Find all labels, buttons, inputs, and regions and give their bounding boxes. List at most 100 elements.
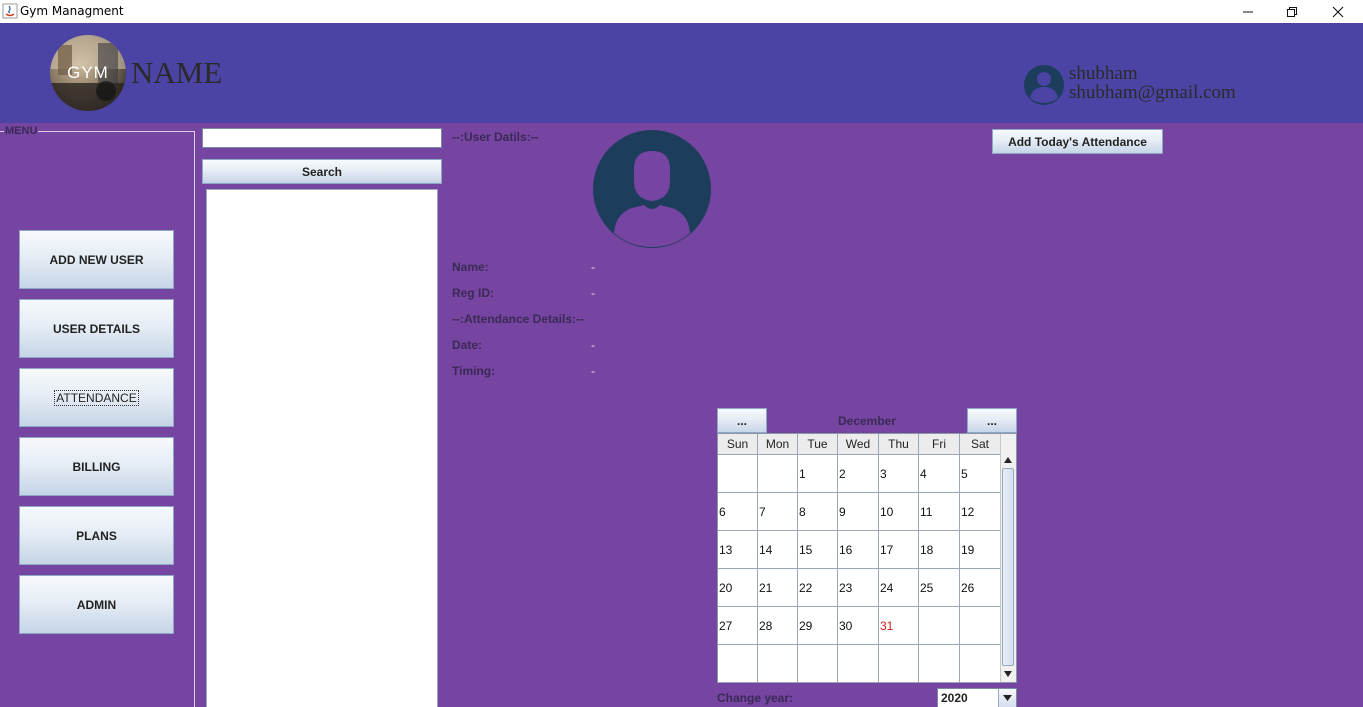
restore-button[interactable] xyxy=(1269,0,1315,23)
admin-label: ADMIN xyxy=(76,597,117,612)
add-attendance-button[interactable]: Add Today's Attendance xyxy=(992,129,1163,154)
calendar-day-cell[interactable]: 19 xyxy=(960,531,1001,569)
calendar-day-cell[interactable]: 8 xyxy=(798,493,838,531)
admin-button[interactable]: ADMIN xyxy=(19,575,174,634)
name-label: Name: xyxy=(452,260,489,274)
date-label: Date: xyxy=(452,338,483,352)
weekday-header: Thu xyxy=(879,434,919,455)
change-year-label: Change year: xyxy=(717,691,794,705)
calendar-day-cell[interactable]: 9 xyxy=(838,493,879,531)
calendar-day-cell[interactable] xyxy=(960,607,1001,645)
calendar-day-cell[interactable] xyxy=(879,645,919,683)
calendar-day-cell[interactable]: 14 xyxy=(758,531,798,569)
brand-name: NAME xyxy=(131,55,223,90)
calendar-day-cell[interactable]: 13 xyxy=(718,531,758,569)
calendar-day-cell[interactable]: 25 xyxy=(919,569,960,607)
calendar-day-cell[interactable] xyxy=(758,455,798,493)
add-new-user-button[interactable]: ADD NEW USER xyxy=(19,230,174,289)
weekday-header: Mon xyxy=(758,434,798,455)
calendar-day-cell[interactable]: 27 xyxy=(718,607,758,645)
scroll-up-button[interactable] xyxy=(1000,452,1016,468)
dropdown-button[interactable] xyxy=(998,689,1016,707)
java-app-icon xyxy=(2,3,18,19)
search-button[interactable]: Search xyxy=(202,159,442,184)
calendar-day-cell[interactable]: 12 xyxy=(960,493,1001,531)
user-avatar-icon xyxy=(1024,65,1064,105)
calendar-day-cell[interactable]: 5 xyxy=(960,455,1001,493)
close-icon xyxy=(1332,6,1344,17)
calendar-day-cell[interactable] xyxy=(798,645,838,683)
calendar-day-cell[interactable]: 1 xyxy=(798,455,838,493)
calendar-day-cell[interactable] xyxy=(838,645,879,683)
billing-button[interactable]: BILLING xyxy=(19,437,174,496)
calendar-day-cell[interactable]: 3 xyxy=(879,455,919,493)
calendar-day-cell[interactable]: 26 xyxy=(960,569,1001,607)
menu-label: MENU xyxy=(4,125,39,137)
calendar-day-cell[interactable]: 18 xyxy=(919,531,960,569)
calendar-day-cell[interactable] xyxy=(919,645,960,683)
attendance-button[interactable]: ATTENDANCE xyxy=(19,368,174,427)
arrow-down-icon xyxy=(1004,671,1012,677)
calendar-day-cell[interactable]: 31 xyxy=(879,607,919,645)
billing-label: BILLING xyxy=(72,459,121,474)
user-email: shubham@gmail.com xyxy=(1069,82,1236,103)
calendar-grid: Sun Mon Tue Wed Thu Fri Sat 1 2 3 4 5 6 7 8 9 10 11 12 13 14… xyxy=(717,433,1017,683)
calendar-day-cell[interactable] xyxy=(919,607,960,645)
calendar-day-cell[interactable] xyxy=(758,645,798,683)
calendar-day-cell[interactable]: 30 xyxy=(838,607,879,645)
calendar-day-cell[interactable] xyxy=(960,645,1001,683)
user-details-heading: --:User Datils:-- xyxy=(452,130,539,144)
prev-month-button[interactable]: ... xyxy=(717,408,767,433)
next-month-button[interactable]: ... xyxy=(967,408,1017,433)
attendance-details-heading: --:Attendance Details:-- xyxy=(452,312,585,326)
calendar-day-cell[interactable]: 2 xyxy=(838,455,879,493)
name-value: - xyxy=(591,260,595,274)
calendar-day-cell[interactable]: 7 xyxy=(758,493,798,531)
year-value: 2020 xyxy=(941,691,968,705)
calendar-day-cell[interactable]: 21 xyxy=(758,569,798,607)
weekday-header: Sat xyxy=(960,434,1001,455)
calendar-day-cell[interactable]: 29 xyxy=(798,607,838,645)
search-input[interactable] xyxy=(202,128,442,148)
calendar-day-cell[interactable]: 24 xyxy=(879,569,919,607)
user-results-list[interactable] xyxy=(206,189,438,707)
calendar-day-cell[interactable]: 15 xyxy=(798,531,838,569)
calendar-day-cell[interactable]: 20 xyxy=(718,569,758,607)
user-details-button[interactable]: USER DETAILS xyxy=(19,299,174,358)
title-bar: Gym Managment xyxy=(0,0,1363,23)
year-select[interactable]: 2020 xyxy=(937,688,1017,707)
calendar-month: December xyxy=(837,414,897,428)
calendar-day-cell[interactable]: 22 xyxy=(798,569,838,607)
scroll-down-button[interactable] xyxy=(1000,666,1016,682)
calendar-day-cell[interactable]: 6 xyxy=(718,493,758,531)
plans-button[interactable]: PLANS xyxy=(19,506,174,565)
minimize-icon xyxy=(1243,11,1253,12)
reg-id-label: Reg ID: xyxy=(452,286,494,300)
date-value: - xyxy=(591,338,595,352)
arrow-up-icon xyxy=(1004,457,1012,463)
minimize-button[interactable] xyxy=(1225,0,1271,23)
weekday-header: Tue xyxy=(798,434,838,455)
window-title: Gym Managment xyxy=(20,4,124,18)
calendar-day-cell[interactable]: 17 xyxy=(879,531,919,569)
calendar-day-cell[interactable]: 4 xyxy=(919,455,960,493)
weekday-header: Fri xyxy=(919,434,960,455)
calendar-day-cell[interactable]: 11 xyxy=(919,493,960,531)
logo-text: GYM xyxy=(67,63,109,82)
calendar-day-cell[interactable] xyxy=(718,645,758,683)
calendar-day-cell[interactable]: 28 xyxy=(758,607,798,645)
user-name: shubham xyxy=(1069,63,1138,84)
chevron-down-icon xyxy=(1003,695,1012,701)
calendar-day-cell[interactable] xyxy=(718,455,758,493)
calendar-day-cell[interactable]: 10 xyxy=(879,493,919,531)
weekday-header: Sun xyxy=(718,434,758,455)
app-header: GYM NAME shubham shubham@gmail.com xyxy=(0,23,1363,123)
close-button[interactable] xyxy=(1315,0,1361,23)
add-new-user-label: ADD NEW USER xyxy=(49,252,144,267)
timing-label: Timing: xyxy=(452,364,496,378)
calendar-day-cell[interactable]: 23 xyxy=(838,569,879,607)
scroll-thumb[interactable] xyxy=(1002,468,1014,666)
weekday-header: Wed xyxy=(838,434,879,455)
calendar-day-cell[interactable]: 16 xyxy=(838,531,879,569)
reg-id-value: - xyxy=(591,286,595,300)
